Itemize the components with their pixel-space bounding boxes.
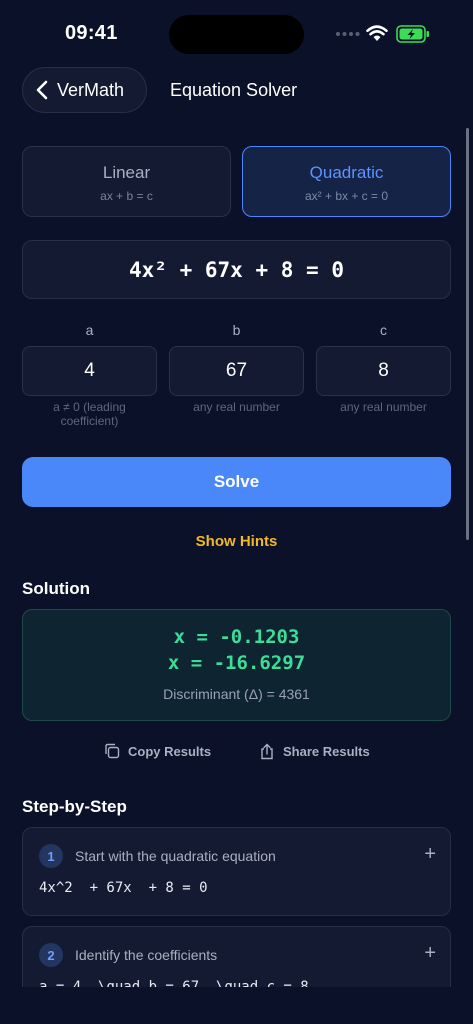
step-card[interactable]: 2 Identify the coefficients + a = 4, \qu…: [22, 926, 451, 987]
mode-title: Linear: [102, 163, 151, 182]
solution-heading: Solution: [22, 579, 90, 598]
step-number: 2: [39, 943, 63, 967]
mode-quadratic-button[interactable]: Quadratic ax² + bx + c = 0: [242, 146, 451, 217]
coefficient-a-hint: a ≠ 0 (leading coefficient): [53, 400, 126, 428]
equation-display: 4x² + 67x + 8 = 0: [22, 240, 451, 299]
coefficient-c-label: c: [380, 322, 387, 338]
step-title: Start with the quadratic equation: [75, 848, 276, 864]
mode-title: Quadratic: [309, 163, 384, 182]
copy-results-label: Copy Results: [128, 743, 212, 759]
step-body: 4x^2 + 67x + 8 = 0: [39, 880, 208, 896]
equation-text: 4x² + 67x + 8 = 0: [129, 257, 344, 282]
root-2: x = -16.6297: [167, 652, 306, 674]
expand-plus-icon[interactable]: +: [424, 844, 436, 864]
discriminant: Discriminant (Δ) = 4361: [163, 686, 310, 702]
step-card[interactable]: 1 Start with the quadratic equation + 4x…: [22, 827, 451, 916]
mode-subtitle: ax² + bx + c = 0: [304, 189, 389, 203]
coefficient-b-input[interactable]: 67: [169, 346, 304, 396]
copy-results-button[interactable]: Copy Results: [104, 743, 211, 759]
step-number: 1: [39, 844, 63, 868]
scroll-content: Linear ax + b = c Quadratic ax² + bx + c…: [0, 0, 473, 987]
coefficient-c-hint: any real number: [340, 400, 427, 414]
steps-heading: Step-by-Step: [22, 797, 127, 816]
share-results-label: Share Results: [283, 744, 370, 759]
share-results-button[interactable]: Share Results: [259, 743, 370, 760]
copy-icon: [105, 743, 120, 759]
solution-panel: x = -0.1203 x = -16.6297 Discriminant (Δ…: [22, 609, 451, 721]
coefficient-c-input[interactable]: 8: [316, 346, 451, 396]
expand-plus-icon[interactable]: +: [424, 943, 436, 963]
solve-button[interactable]: Solve: [22, 457, 451, 507]
step-title: Identify the coefficients: [75, 947, 218, 963]
share-icon: [261, 743, 273, 760]
mode-linear-button[interactable]: Linear ax + b = c: [22, 146, 231, 217]
coefficient-a-label: a: [85, 322, 94, 338]
show-hints-button[interactable]: Show Hints: [0, 533, 473, 550]
coefficient-b-label: b: [232, 322, 241, 338]
root-1: x = -0.1203: [173, 626, 300, 648]
coefficient-a-input[interactable]: 4: [22, 346, 157, 396]
coefficient-b-hint: any real number: [193, 400, 280, 414]
step-body: a = 4, \quad b = 67, \quad c = 8: [39, 979, 309, 987]
mode-subtitle: ax + b = c: [100, 189, 153, 203]
